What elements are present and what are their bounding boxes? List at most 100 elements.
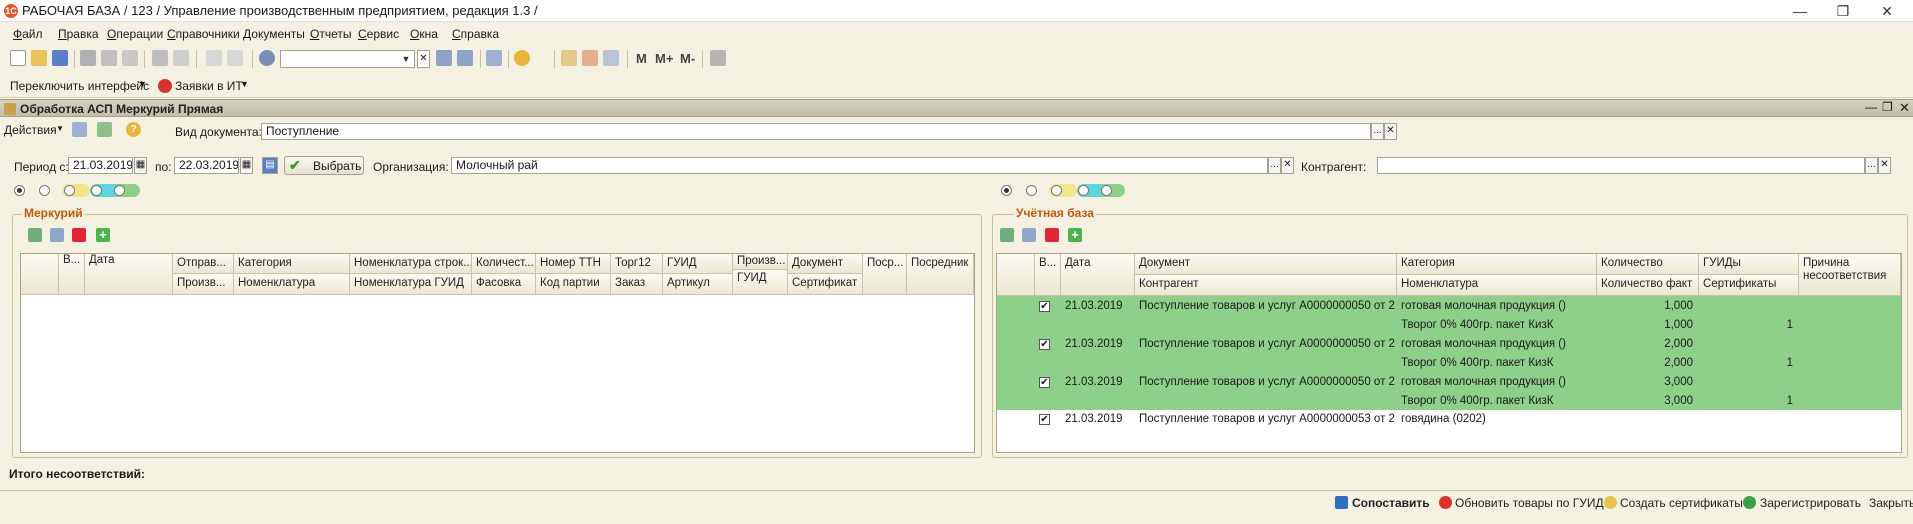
period-to-field[interactable]: 22.03.2019 <box>174 157 239 174</box>
update-guid-button[interactable]: Обновить товары по ГУИД <box>1455 496 1604 510</box>
messages-icon[interactable] <box>603 50 619 66</box>
table-header[interactable]: Номенклатура <box>234 274 350 295</box>
table-header[interactable]: В... <box>1035 254 1061 296</box>
doc-type-field[interactable]: Поступление <box>261 123 1371 140</box>
table-header[interactable]: Количество факт <box>1597 275 1699 296</box>
memory-plus-button[interactable]: M+ <box>655 51 673 66</box>
table-header[interactable]: Сертификаты <box>1699 275 1799 296</box>
table-header[interactable]: Код партии <box>536 274 611 295</box>
table-header[interactable]: Количест... <box>472 254 536 274</box>
counterparty-clear-button[interactable]: ✕ <box>1878 157 1891 174</box>
delete-icon[interactable] <box>1045 228 1059 242</box>
filter-radio-cyan-right[interactable] <box>1078 185 1089 196</box>
calendar-icon[interactable]: ▦ <box>134 157 147 174</box>
table-header[interactable]: ГУИД <box>733 270 788 295</box>
chevron-down-icon[interactable]: ▼ <box>240 79 249 89</box>
chevron-down-icon[interactable]: ▼ <box>56 124 64 133</box>
form-close-button[interactable]: ✕ <box>1899 100 1910 116</box>
table-header[interactable]: Отправ... <box>173 254 234 274</box>
menu-operations[interactable]: Операции <box>107 27 163 41</box>
period-settings-icon[interactable]: ▤ <box>262 157 278 174</box>
create-certs-button[interactable]: Создать сертификаты <box>1620 496 1743 510</box>
delete-icon[interactable] <box>72 228 86 242</box>
select-button[interactable]: ✔ Выбрать <box>284 156 364 175</box>
redo-icon[interactable] <box>227 50 243 66</box>
search-clear-button[interactable]: ✕ <box>417 50 430 68</box>
filter-radio-none-right[interactable] <box>1026 185 1037 196</box>
find-prev-icon[interactable] <box>457 50 473 66</box>
row-checkbox[interactable]: ✔ <box>1039 301 1050 312</box>
table-header[interactable]: Произв... <box>733 254 788 270</box>
table-header[interactable]: В... <box>59 254 85 295</box>
table-header[interactable]: Категория <box>234 254 350 274</box>
print-icon[interactable] <box>152 50 168 66</box>
table-header[interactable]: Номенклатура <box>1397 275 1597 296</box>
table-header[interactable]: Фасовка <box>472 274 536 295</box>
counterparty-field[interactable] <box>1377 157 1865 174</box>
table-header[interactable]: Сертификат <box>788 274 863 295</box>
filter-radio-all-right[interactable] <box>1001 185 1012 196</box>
mark-all-icon[interactable] <box>1000 228 1014 242</box>
row-checkbox[interactable]: ✔ <box>1039 414 1050 425</box>
table-header[interactable]: Номенклатура ГУИД <box>350 274 472 295</box>
search-icon[interactable] <box>259 50 275 66</box>
row-checkbox[interactable]: ✔ <box>1039 377 1050 388</box>
counterparty-select-button[interactable]: ... <box>1865 157 1878 174</box>
table-header[interactable]: Торг12 <box>611 254 663 274</box>
memory-m-button[interactable]: M <box>636 51 647 66</box>
doc-type-clear-button[interactable]: ✕ <box>1384 123 1397 140</box>
table-header[interactable]: Дата <box>1061 254 1135 296</box>
copy-icon[interactable] <box>101 50 117 66</box>
filter-radio-green-right[interactable] <box>1101 185 1112 196</box>
paste-icon[interactable] <box>122 50 138 66</box>
actions-menu[interactable]: Действия <box>4 123 57 137</box>
form-restore-button[interactable]: ❐ <box>1882 100 1893 114</box>
filter-radio-yellow[interactable] <box>64 185 75 196</box>
filter-radio-cyan[interactable] <box>91 185 102 196</box>
switch-interface-button[interactable]: Переключить интерфейс <box>10 79 149 93</box>
chevron-down-icon[interactable]: ▼ <box>138 79 147 89</box>
table-header[interactable]: Дата <box>85 254 173 295</box>
windows-icon[interactable] <box>486 50 502 66</box>
table-header[interactable]: Номенклатура строк... <box>350 254 472 274</box>
table-header[interactable] <box>21 254 59 295</box>
print-preview-icon[interactable] <box>173 50 189 66</box>
menu-edit[interactable]: Правка <box>58 27 99 41</box>
menu-windows[interactable]: Окна <box>410 27 438 41</box>
org-select-button[interactable]: ... <box>1268 157 1281 174</box>
org-clear-button[interactable]: ✕ <box>1281 157 1294 174</box>
calendar-icon[interactable] <box>582 50 598 66</box>
add-icon[interactable]: + <box>96 228 110 242</box>
register-button[interactable]: Зарегистрировать <box>1760 496 1861 510</box>
table-row[interactable]: ✔ 21.03.2019 Поступление товаров и услуг… <box>997 334 1901 372</box>
menu-documents[interactable]: Документы <box>243 27 305 41</box>
table-header[interactable]: Причина несоответствия <box>1799 254 1901 296</box>
table-header[interactable]: Произв... <box>173 274 234 295</box>
org-field[interactable]: Молочный рай <box>451 157 1268 174</box>
table-header[interactable]: Посредник <box>907 254 974 295</box>
row-checkbox[interactable]: ✔ <box>1039 339 1050 350</box>
table-header[interactable]: Артикул <box>663 274 733 295</box>
table-header[interactable]: Контрагент <box>1135 275 1397 296</box>
restore-button[interactable]: ❐ <box>1828 1 1858 21</box>
mark-all-icon[interactable] <box>28 228 42 242</box>
compare-button[interactable]: Сопоставить <box>1352 496 1430 510</box>
save-icon[interactable] <box>52 50 68 66</box>
settings-icon[interactable] <box>710 50 726 66</box>
calendar-icon[interactable]: ▦ <box>240 157 253 174</box>
table-header[interactable] <box>997 254 1035 296</box>
it-requests-button[interactable]: Заявки в ИТ <box>175 79 243 93</box>
table-header[interactable]: Категория <box>1397 254 1597 275</box>
minimize-button[interactable]: — <box>1785 1 1815 21</box>
table-header[interactable]: ГУИДы <box>1699 254 1799 275</box>
table-row[interactable]: ✔ 21.03.2019 Поступление товаров и услуг… <box>997 372 1901 410</box>
filter-radio-none[interactable] <box>39 185 50 196</box>
table-row[interactable]: ✔ 21.03.2019 Поступление товаров и услуг… <box>997 410 1901 430</box>
undo-icon[interactable] <box>206 50 222 66</box>
close-button[interactable]: Закрыть <box>1869 496 1913 510</box>
table-header[interactable]: Количество <box>1597 254 1699 275</box>
document-list-icon[interactable] <box>72 122 87 137</box>
table-header[interactable]: Документ <box>1135 254 1397 275</box>
filter-radio-all[interactable] <box>14 185 25 196</box>
doc-type-select-button[interactable]: ... <box>1371 123 1384 140</box>
